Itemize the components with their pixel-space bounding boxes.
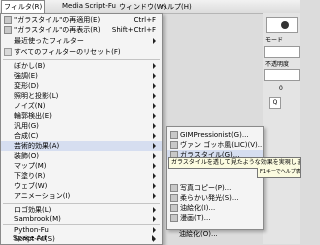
mode-select[interactable] [264,46,300,58]
menu-item-enhance[interactable]: 強調(E) [1,71,162,81]
mode-label: モード [265,37,284,44]
menu-item-recent-filters[interactable]: 最近使ったフィルター [1,36,162,46]
menu-item-space-art-label[interactable]: Space Art [13,233,47,243]
brush-icon [281,21,289,29]
filter-icon [170,214,178,222]
menu-item-render[interactable]: 下塗り(R) [1,171,162,181]
submenu-arrow-icon [153,73,156,79]
submenu-arrow-icon [153,93,156,99]
submenu-arrow-icon [153,183,156,189]
submenu-item-photocopy[interactable]: 写真コピー(P)... [167,183,263,193]
menu-item-noise[interactable]: ノイズ(N) [1,101,162,111]
menu-item-light-shadow[interactable]: 照明と投影(L) [1,91,162,101]
tooltip-text: ガラスタイルを透して見たような効果を実現します [171,159,301,166]
submenu-arrow-icon [153,63,156,69]
menu-item-decor[interactable]: 装飾(O) [1,151,162,161]
menu-item-edge-detect[interactable]: 輪郭検出(E) [1,111,162,121]
submenu-arrow-icon [152,235,155,241]
opacity-label: 不透明度 [265,61,290,68]
menu-item-generic[interactable]: 汎用(G) [1,121,162,131]
submenu-arrow-icon [153,153,156,159]
submenu-arrow-icon [153,193,156,199]
submenu-arrow-icon [153,143,156,149]
menu-item-web[interactable]: ウェブ(W) [1,181,162,191]
submenu-item-gimpressionist[interactable]: GIMPressionist(G)... [167,130,263,140]
menu-item-animation[interactable]: アニメーション(I) [1,191,162,201]
menubar: フィルタ(R) Media Script-Fu ウィンドウ(W) ヘルプ(H) [0,0,300,14]
menu-separator [3,203,160,204]
menubar-filters[interactable]: フィルタ(R) [1,0,46,14]
submenu-arrow-icon [153,123,156,129]
brush-preview [266,17,298,33]
artistic-submenu: GIMPressionist(G)... ヴァン ゴッホ風(LIC)(V)...… [166,126,264,230]
letter-box[interactable]: Q [269,97,281,109]
submenu-arrow-icon [153,163,156,169]
menu-item-reshow[interactable]: "ガラスタイル"の再表示(R) Shift+Ctrl+F [1,25,162,35]
reset-icon [4,48,12,56]
menu-item-combine[interactable]: 合成(C) [1,131,162,141]
submenu-arrow-icon [153,38,156,44]
menu-item-sambrook[interactable]: Sambrook(M) [1,214,162,224]
submenu-arrow-icon [153,83,156,89]
dock-panel: モード 不透明度 0 Q [263,13,300,244]
submenu-arrow-icon [153,113,156,119]
filter-icon [4,26,12,34]
submenu-item-oilify-1[interactable]: 油絵化(I)... [167,203,263,213]
menu-item-reapply[interactable]: "ガラスタイル"の再適用(E) Ctrl+F [1,15,162,25]
filter-icon [170,131,178,139]
menu-item-reset-filters[interactable]: すべてのフィルターのリセット(F) [1,47,162,57]
filter-icon [170,184,178,192]
menu-item-map[interactable]: マップ(M) [1,161,162,171]
menu-item-blur[interactable]: ぼかし(B) [1,61,162,71]
menu-item-distorts[interactable]: 変形(D) [1,81,162,91]
menu-item-artistic[interactable]: 芸術的効果(A) [1,141,162,151]
filter-icon [170,194,178,202]
filter-icon [4,16,12,24]
filter-icon [170,141,178,149]
submenu-arrow-icon [153,216,156,222]
menubar-script-fu[interactable]: Script-Fu [85,2,116,10]
filters-menu: "ガラスタイル"の再適用(E) Ctrl+F "ガラスタイル"の再表示(R) S… [0,13,163,245]
submenu-arrow-icon [153,173,156,179]
submenu-item-cartoon[interactable]: 漫画(T)... [167,213,263,223]
opacity-slider[interactable] [264,69,300,81]
value-text: 0 [279,85,283,92]
submenu-arrow-icon [153,103,156,109]
menubar-media[interactable]: Media [62,2,83,10]
submenu-item-van-gogh[interactable]: ヴァン ゴッホ風(LIC)(V)... [167,140,263,150]
tooltip-hint: F1キーでヘルプ表示 [257,168,301,178]
menu-separator [3,59,160,60]
submenu-item-oilify-2[interactable]: 油絵化(O)... [179,229,218,239]
submenu-arrow-icon [153,227,156,233]
submenu-arrow-icon [153,133,156,139]
submenu-item-softglow[interactable]: 柔らかい発光(S)... [167,193,263,203]
filter-icon [170,204,178,212]
menubar-help[interactable]: ヘルプ(H) [160,2,192,12]
submenu-arrow-icon [153,207,156,213]
